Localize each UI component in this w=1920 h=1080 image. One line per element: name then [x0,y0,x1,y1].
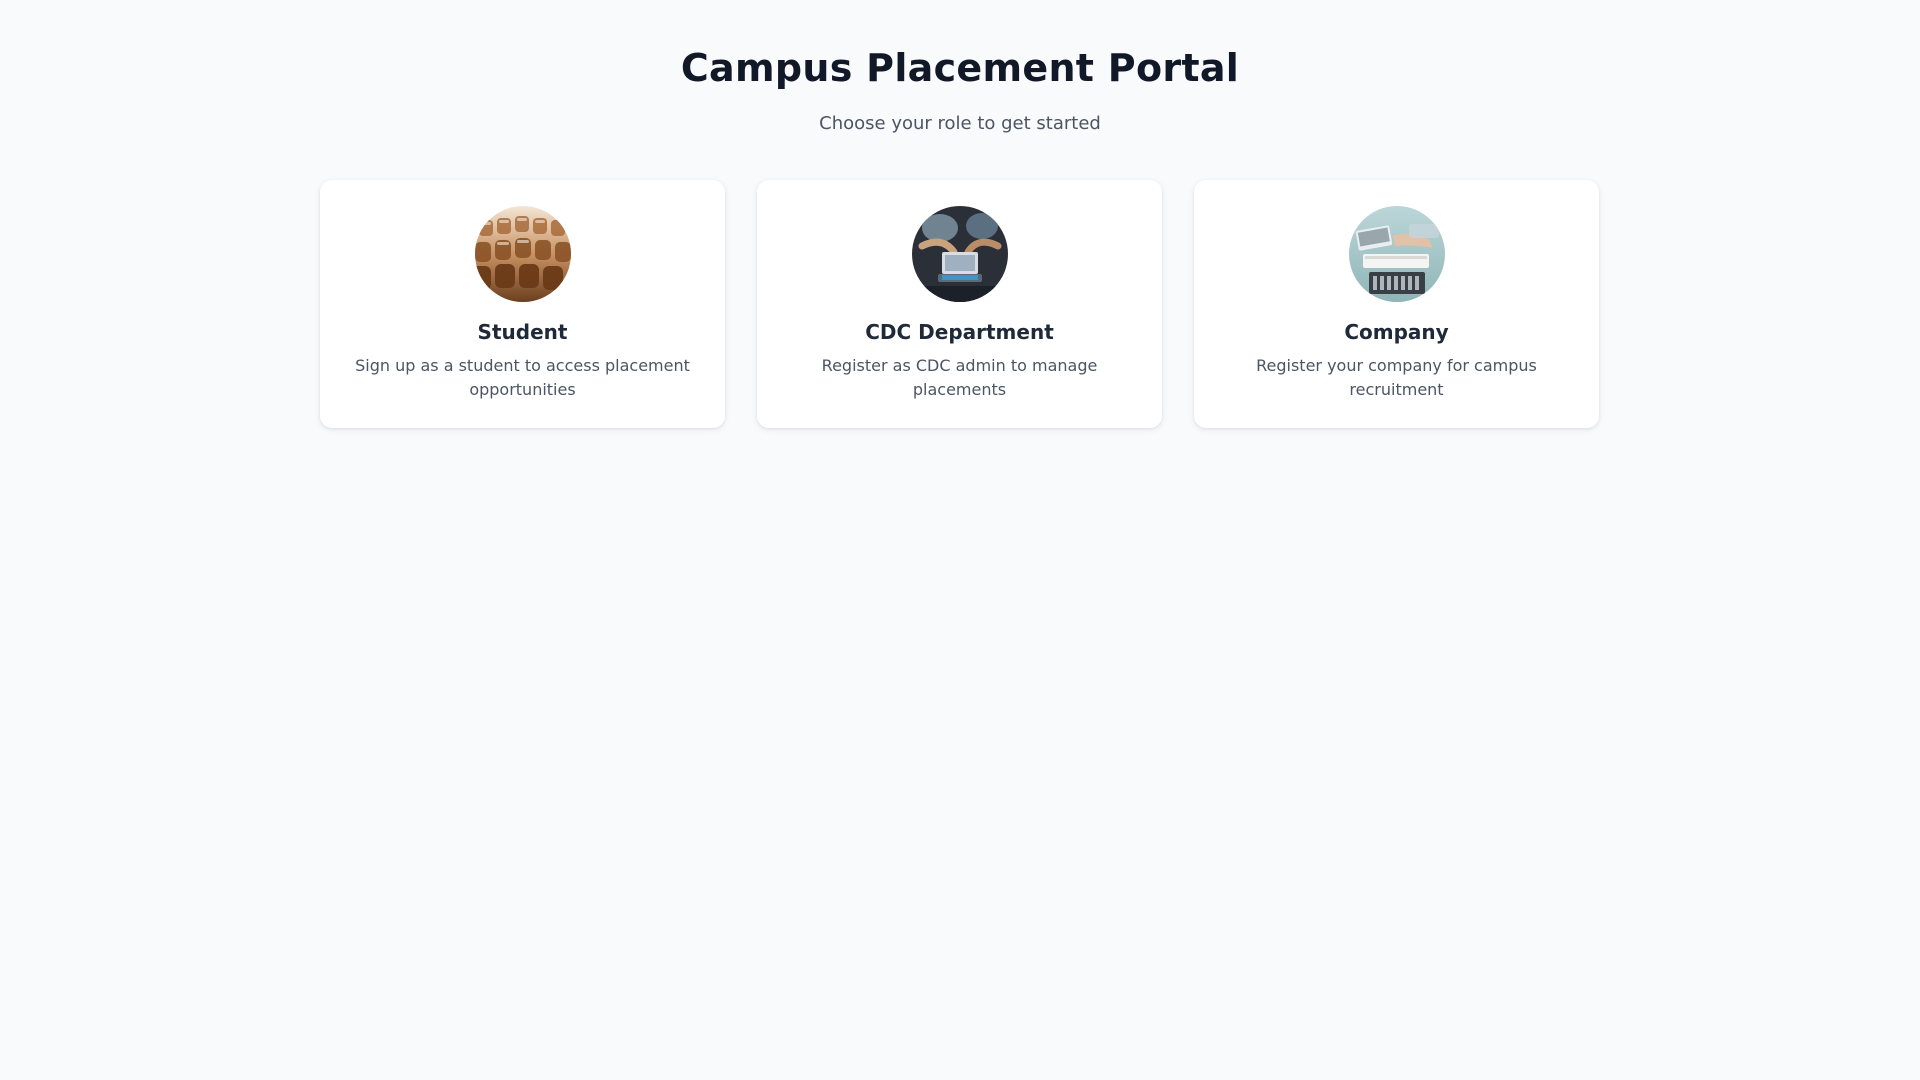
page-title: Campus Placement Portal [680,46,1240,90]
role-card-list: Student Sign up as a student to access p… [320,180,1600,428]
role-card-description: Sign up as a student to access placement… [355,356,690,399]
page-header: Campus Placement Portal Choose your role… [0,0,1920,136]
student-avatar-image [474,206,571,302]
role-selection-page: Campus Placement Portal Choose your role… [0,0,1920,1080]
lecture-hall-seats-icon [474,206,571,302]
role-card-title: Student [477,320,568,344]
cdc-department-avatar-image [911,206,1008,302]
role-card-company[interactable]: Company Register your company for campus… [1194,180,1599,428]
company-avatar-image [1348,206,1445,302]
role-card-title: Company [1344,320,1449,344]
role-card-description: Register as CDC admin to manage placemen… [821,356,1098,399]
role-card-cdc-department[interactable]: CDC Department Register as CDC admin to … [757,180,1162,428]
role-card-student[interactable]: Student Sign up as a student to access p… [320,180,725,428]
page-subtitle: Choose your role to get started [819,113,1101,134]
business-meeting-laptop-icon [1348,206,1445,302]
role-card-title: CDC Department [865,320,1054,344]
team-with-laptop-icon [911,206,1008,302]
role-card-description: Register your company for campus recruit… [1256,356,1537,399]
